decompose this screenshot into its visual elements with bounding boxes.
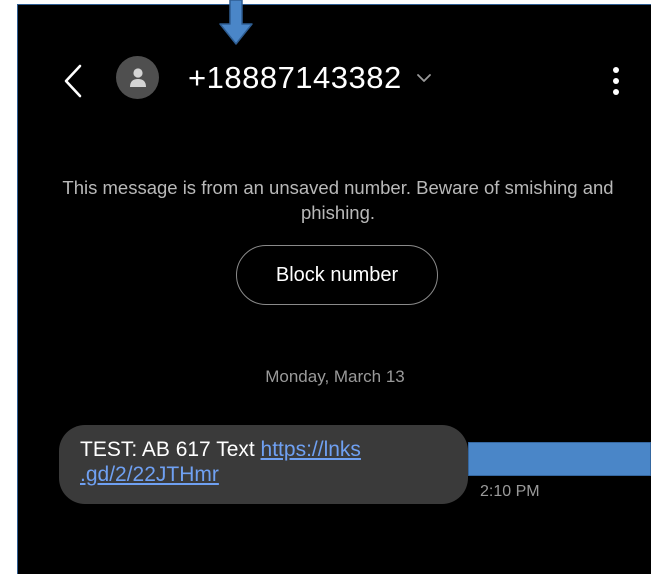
messages-screen: +18887143382 This message is from an uns…	[17, 4, 651, 574]
contact-number: +18887143382	[188, 60, 402, 95]
block-number-button[interactable]: Block number	[236, 245, 438, 305]
conversation-header: +18887143382	[18, 5, 651, 150]
message-timestamp: 2:10 PM	[480, 483, 540, 500]
annotation-bar-right	[468, 442, 651, 476]
more-options-button[interactable]	[604, 61, 628, 101]
chevron-down-icon	[416, 74, 431, 82]
message-text: TEST: AB 617 Text	[80, 438, 261, 461]
annotation-arrow-down	[219, 0, 253, 45]
avatar[interactable]	[116, 56, 159, 99]
back-button[interactable]	[58, 59, 88, 103]
chevron-left-icon	[64, 64, 82, 98]
unsaved-number-warning: This message is from an unsaved number. …	[62, 177, 614, 223]
message-bubble: TEST: AB 617 Text https://lnks .gd/2/22J…	[59, 425, 468, 504]
date-divider: Monday, March 13	[265, 367, 405, 386]
person-icon	[129, 67, 146, 87]
contact-title[interactable]: +18887143382	[188, 51, 432, 105]
more-vertical-icon	[613, 67, 619, 95]
